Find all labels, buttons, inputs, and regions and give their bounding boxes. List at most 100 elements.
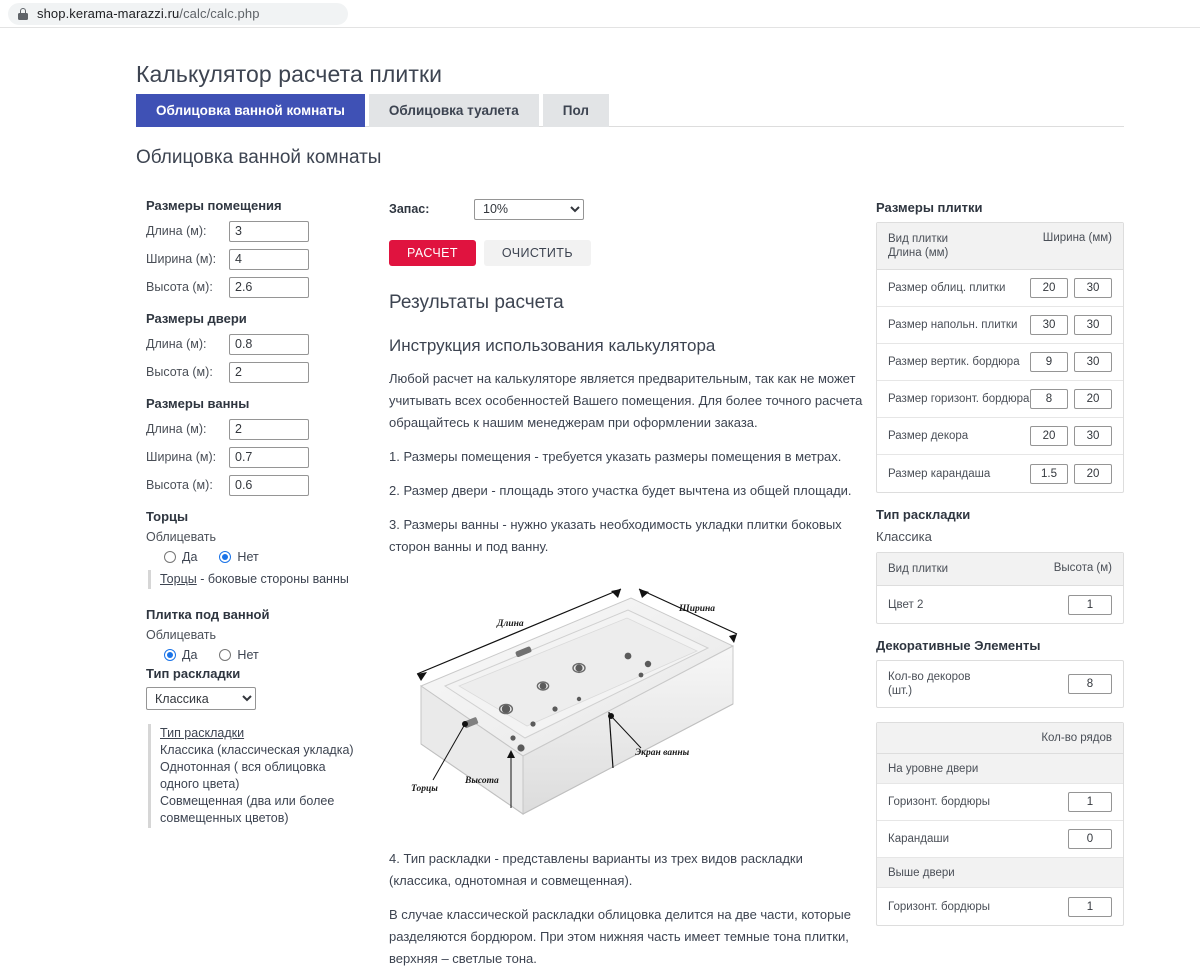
rows-group-above-door: Выше двери xyxy=(877,858,1123,888)
ends-radio-no-label: Нет xyxy=(237,550,258,564)
decor-row-name-line1: Кол-во декоров xyxy=(888,671,971,683)
tile-width-input[interactable] xyxy=(1074,278,1112,298)
rows-row-name: Горизонт. бордюры xyxy=(888,795,990,809)
table-row: Размер напольн. плитки xyxy=(877,307,1123,344)
table-row: Размер декора xyxy=(877,418,1123,455)
bath-height-row: Высота (м): xyxy=(146,473,366,497)
decor-count-input[interactable] xyxy=(1068,674,1112,694)
rows-row-inputs xyxy=(1068,897,1112,917)
reserve-row: Запас: 10% xyxy=(389,198,867,220)
rows-row-name: Горизонт. бордюры xyxy=(888,900,990,914)
tab-floor[interactable]: Пол xyxy=(543,94,609,127)
tile-row-name: Размер карандаша xyxy=(888,467,990,481)
clear-button[interactable]: ОЧИСТИТЬ xyxy=(484,240,591,266)
tile-width-input[interactable] xyxy=(1074,426,1112,446)
door-length-input[interactable] xyxy=(229,334,309,355)
under-bath-radio-no-label: Нет xyxy=(237,648,258,662)
browser-toolbar: shop.kerama-marazzi.ru/calc/calc.php xyxy=(0,0,1200,28)
layout-table-header: Вид плитки Высота (м) xyxy=(877,553,1123,586)
layout-header-left: Вид плитки xyxy=(888,562,948,576)
rows-header-right: Кол-во рядов xyxy=(1041,732,1112,744)
tile-width-input[interactable] xyxy=(1074,352,1112,372)
layout-type-heading: Тип раскладки xyxy=(146,666,366,681)
table-row: Карандаши xyxy=(877,821,1123,858)
tile-length-input[interactable] xyxy=(1030,352,1068,372)
table-row: Цвет 2 xyxy=(877,586,1123,623)
tile-sizes-header-left: Вид плитки Длина (мм) xyxy=(888,232,948,260)
room-width-input[interactable] xyxy=(229,249,309,270)
layout-height-input[interactable] xyxy=(1068,595,1112,615)
ends-heading: Торцы xyxy=(146,509,366,524)
layout-note-line-2: Однотонная ( вся облицовка одного цвета) xyxy=(160,760,326,791)
door-height-label: Высота (м): xyxy=(146,365,229,379)
under-bath-radio-no[interactable]: Нет xyxy=(219,648,258,662)
tab-bathroom[interactable]: Облицовка ванной комнаты xyxy=(136,94,365,127)
door-length-label: Длина (м): xyxy=(146,337,229,351)
rows-count-input[interactable] xyxy=(1068,897,1112,917)
bath-height-input[interactable] xyxy=(229,475,309,496)
bath-width-input[interactable] xyxy=(229,447,309,468)
tile-width-input[interactable] xyxy=(1074,315,1112,335)
bath-width-row: Ширина (м): xyxy=(146,445,366,469)
tile-row-name: Размер вертик. бордюра xyxy=(888,355,1020,369)
tile-width-input[interactable] xyxy=(1074,464,1112,484)
ends-note-link[interactable]: Торцы xyxy=(160,572,197,586)
tile-length-input[interactable] xyxy=(1030,315,1068,335)
radio-icon xyxy=(164,551,176,563)
room-height-input[interactable] xyxy=(229,277,309,298)
room-length-input[interactable] xyxy=(229,221,309,242)
instruction-paragraph-2: 2. Размер двери - площадь этого участка … xyxy=(389,480,867,502)
reserve-label: Запас: xyxy=(389,202,474,216)
decor-table: Кол-во декоров (шт.) xyxy=(876,660,1124,708)
bath-label-width: Ширина xyxy=(679,604,715,614)
radio-selected-icon xyxy=(164,649,176,661)
bath-length-label: Длина (м): xyxy=(146,422,229,436)
ends-radio-yes-label: Да xyxy=(182,550,197,564)
tile-row-name: Размер горизонт. бордюра xyxy=(888,392,1029,406)
ends-note-text: - боковые стороны ванны xyxy=(197,572,349,586)
tile-length-input[interactable] xyxy=(1030,278,1068,298)
door-height-input[interactable] xyxy=(229,362,309,383)
instruction-paragraph-3: 3. Размеры ванны - нужно указать необход… xyxy=(389,514,867,558)
rows-group-label: На уровне двери xyxy=(888,762,978,776)
decor-row-name: Кол-во декоров (шт.) xyxy=(888,670,971,698)
room-height-label: Высота (м): xyxy=(146,280,229,294)
tile-settings-column: Размеры плитки Вид плитки Длина (мм) Шир… xyxy=(876,200,1124,926)
under-bath-radio-yes-label: Да xyxy=(182,648,197,662)
rows-count-input[interactable] xyxy=(1068,829,1112,849)
bath-label-ends: Торцы xyxy=(411,784,438,794)
layout-type-select[interactable]: Классика xyxy=(146,687,256,710)
bath-label-length: Длина xyxy=(497,619,524,629)
tile-row-name: Размер напольн. плитки xyxy=(888,318,1017,332)
table-row: Размер горизонт. бордюра xyxy=(877,381,1123,418)
instruction-paragraph-4: 4. Тип раскладки - представлены варианты… xyxy=(389,848,867,892)
layout-note-line-3: Совмещенная (два или более совмещенных ц… xyxy=(160,794,334,825)
layout-note-title[interactable]: Тип раскладки xyxy=(160,726,244,740)
room-length-row: Длина (м): xyxy=(146,219,366,243)
radio-selected-icon xyxy=(219,551,231,563)
rows-row-inputs xyxy=(1068,792,1112,812)
results-column: Запас: 10% РАСЧЕТ ОЧИСТИТЬ Результаты ра… xyxy=(389,198,867,970)
tile-row-inputs xyxy=(1030,464,1112,484)
tile-length-input[interactable] xyxy=(1030,464,1068,484)
tile-length-input[interactable] xyxy=(1030,426,1068,446)
instruction-paragraph-1: 1. Размеры помещения - требуется указать… xyxy=(389,446,867,468)
reserve-select[interactable]: 10% xyxy=(474,199,584,220)
tab-toilet[interactable]: Облицовка туалета xyxy=(369,94,539,127)
page-title: Калькулятор расчета плитки xyxy=(136,61,442,88)
tile-row-name: Размер декора xyxy=(888,429,968,443)
tile-length-input[interactable] xyxy=(1030,389,1068,409)
room-width-label: Ширина (м): xyxy=(146,252,229,266)
room-width-row: Ширина (м): xyxy=(146,247,366,271)
bath-length-input[interactable] xyxy=(229,419,309,440)
calculate-button[interactable]: РАСЧЕТ xyxy=(389,240,476,266)
radio-icon xyxy=(219,649,231,661)
under-bath-radio-yes[interactable]: Да xyxy=(164,648,197,662)
rows-count-input[interactable] xyxy=(1068,792,1112,812)
layout-type-right-heading: Тип раскладки xyxy=(876,507,1124,522)
table-row: Размер облиц. плитки xyxy=(877,270,1123,307)
ends-radio-no[interactable]: Нет xyxy=(219,550,258,564)
tile-width-input[interactable] xyxy=(1074,389,1112,409)
address-bar[interactable]: shop.kerama-marazzi.ru/calc/calc.php xyxy=(8,3,348,25)
ends-radio-yes[interactable]: Да xyxy=(164,550,197,564)
